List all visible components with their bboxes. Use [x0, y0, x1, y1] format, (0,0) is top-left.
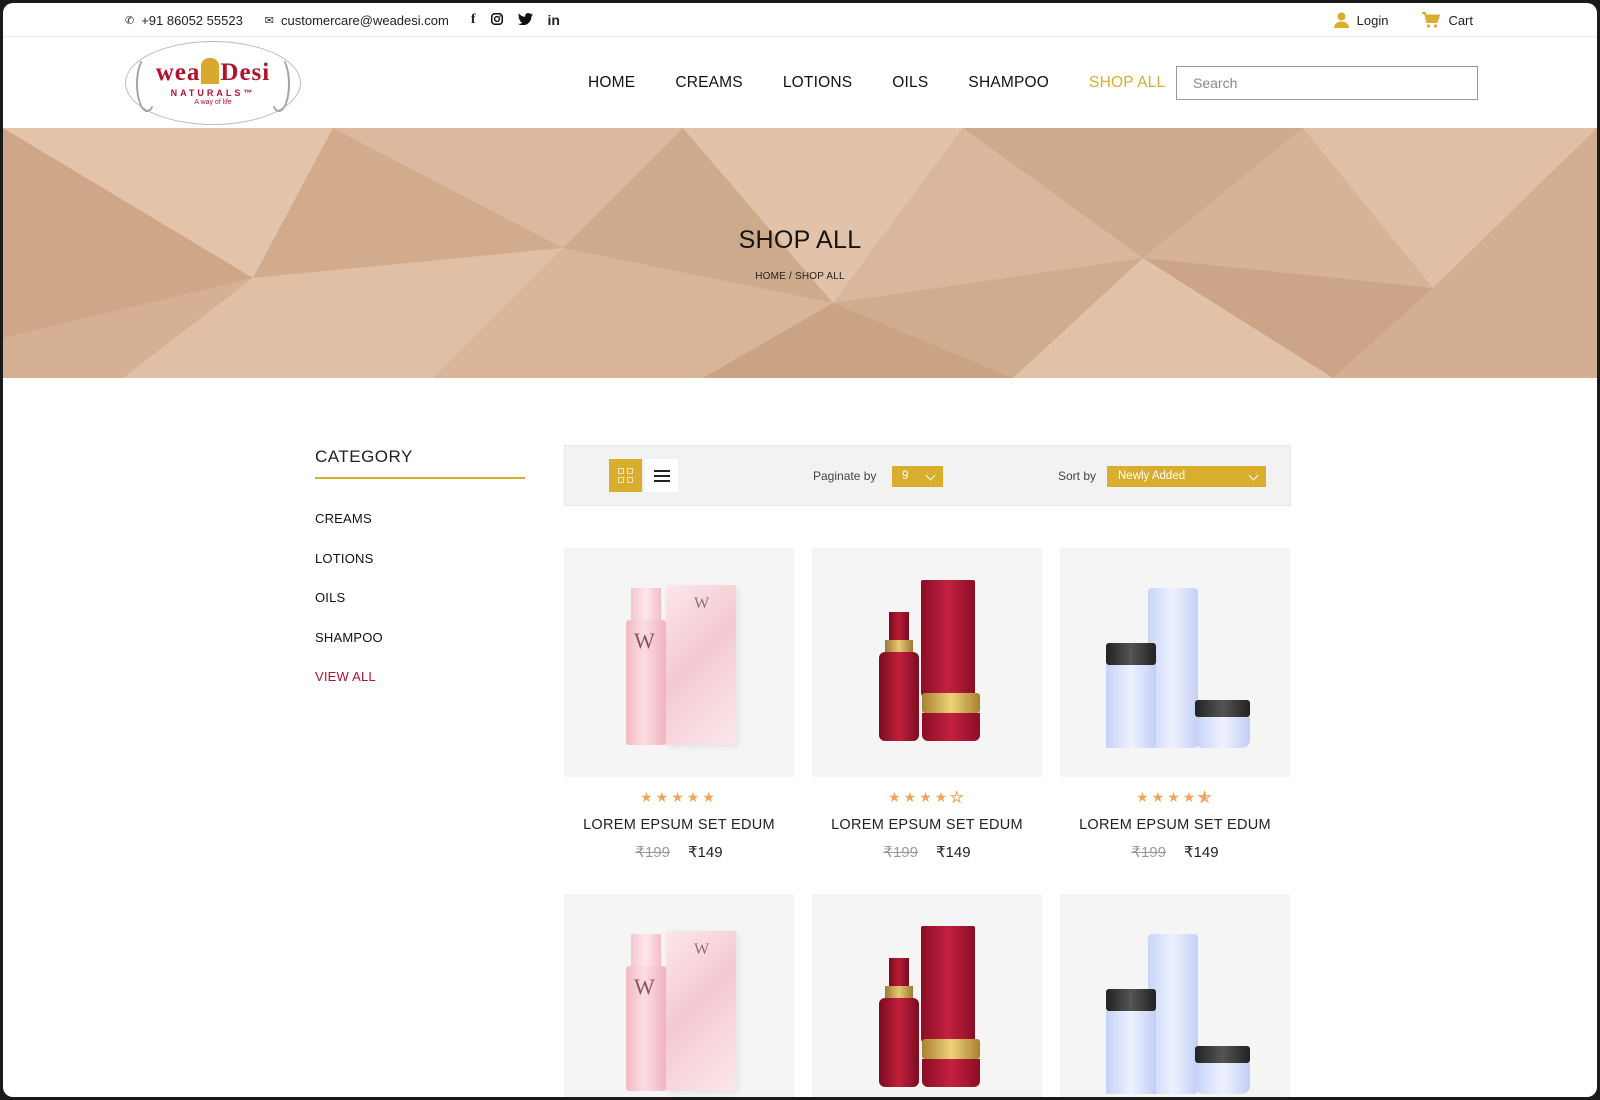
sale-price: ₹149: [688, 844, 723, 861]
sale-price: ₹149: [936, 844, 971, 861]
site-header: wea Desi NATURALS™ A way of life HOME CRE…: [3, 37, 1597, 128]
phone-number: +91 86052 55523: [141, 12, 243, 28]
product-card[interactable]: ★★★★★ LOREM EPSUM SET EDUM ₹199 ₹149: [812, 548, 1042, 861]
twitter-icon[interactable]: [517, 12, 533, 28]
logo-subtitle: NATURALS™: [170, 88, 256, 99]
rating-stars: ★★★★★: [640, 789, 718, 805]
product-card[interactable]: ★★★★★ LOREM EPSUM SET EDUM ₹199 ₹149: [1060, 548, 1290, 861]
product-card[interactable]: [812, 894, 1042, 1097]
nav-shampoo[interactable]: SHAMPOO: [968, 74, 1049, 92]
product-image[interactable]: W W: [564, 894, 794, 1097]
email-address: customercare@weadesi.com: [281, 12, 449, 28]
linkedin-icon[interactable]: in: [548, 12, 560, 28]
list-view-button[interactable]: [645, 459, 678, 492]
phone-contact[interactable]: ✆ +91 86052 55523: [125, 13, 243, 28]
cart-label: Cart: [1448, 12, 1473, 28]
list-icon: [653, 469, 670, 482]
category-sidebar: CATEGORY CREAMS LOTIONS OILS SHAMPOO VIE…: [315, 447, 525, 697]
login-link[interactable]: Login: [1333, 12, 1389, 28]
paginate-select[interactable]: 9: [892, 466, 943, 487]
product-price: ₹199 ₹149: [1060, 843, 1290, 861]
paginate-value: 9: [902, 470, 909, 482]
facebook-icon[interactable]: f: [471, 12, 476, 28]
category-item-view-all[interactable]: VIEW ALL: [315, 657, 525, 697]
category-item-oils[interactable]: OILS: [315, 578, 525, 618]
browser-viewport: ✆ +91 86052 55523 ✉ customercare@weadesi…: [3, 3, 1597, 1097]
product-name[interactable]: LOREM EPSUM SET EDUM: [1060, 817, 1290, 833]
product-card[interactable]: W W ★★★★★ LOREM EPSUM SET EDUM ₹199 ₹149: [564, 548, 794, 861]
chevron-down-icon: [925, 470, 936, 481]
paginate-label: Paginate by: [813, 469, 877, 483]
product-image[interactable]: [812, 548, 1042, 777]
sort-label: Sort by: [1058, 469, 1097, 483]
old-price: ₹199: [635, 844, 670, 861]
product-name[interactable]: LOREM EPSUM SET EDUM: [812, 817, 1042, 833]
phone-icon: ✆: [125, 14, 135, 27]
category-item-shampoo[interactable]: SHAMPOO: [315, 618, 525, 658]
old-price: ₹199: [1131, 844, 1166, 861]
social-links: f in: [471, 12, 560, 28]
rating-stars: ★★★★★: [888, 789, 966, 806]
mail-icon: ✉: [264, 14, 275, 27]
category-heading: CATEGORY: [315, 447, 525, 479]
laurel-left-icon: [136, 56, 158, 112]
nav-home[interactable]: HOME: [588, 74, 635, 92]
account-links: Login Cart: [1333, 3, 1473, 37]
arch-icon: [201, 58, 220, 85]
page-title: SHOP ALL: [738, 226, 862, 254]
rating-stars: ★★★★★: [1136, 789, 1214, 806]
breadcrumb[interactable]: HOME / SHOP ALL: [3, 271, 1597, 282]
chevron-down-icon: [1248, 470, 1259, 481]
contact-info: ✆ +91 86052 55523 ✉ customercare@weadesi…: [125, 3, 560, 37]
nav-lotions[interactable]: LOTIONS: [783, 74, 852, 92]
login-label: Login: [1356, 12, 1389, 28]
grid-icon: [618, 468, 633, 483]
brand-logo[interactable]: wea Desi NATURALS™ A way of life: [125, 41, 301, 125]
product-price: ₹199 ₹149: [812, 843, 1042, 861]
email-contact[interactable]: ✉ customercare@weadesi.com: [265, 13, 449, 28]
old-price: ₹199: [883, 844, 918, 861]
laurel-right-icon: [268, 56, 290, 112]
grid-view-button[interactable]: [609, 459, 642, 492]
nav-oils[interactable]: OILS: [892, 74, 928, 92]
main-nav: HOME CREAMS LOTIONS OILS SHAMPOO SHOP AL…: [588, 37, 1165, 128]
logo-wordmark: wea Desi: [155, 58, 271, 86]
top-bar: ✆ +91 86052 55523 ✉ customercare@weadesi…: [3, 3, 1597, 37]
user-icon: [1333, 12, 1349, 28]
product-image[interactable]: W W: [564, 548, 794, 777]
page-banner: SHOP ALL HOME / SHOP ALL: [3, 128, 1597, 378]
nav-creams[interactable]: CREAMS: [675, 74, 743, 92]
product-price: ₹199 ₹149: [564, 843, 794, 861]
product-card[interactable]: W W: [564, 894, 794, 1097]
instagram-icon[interactable]: [490, 12, 503, 28]
cart-link[interactable]: Cart: [1422, 12, 1473, 28]
product-image[interactable]: [1060, 894, 1290, 1097]
product-image[interactable]: [1060, 548, 1290, 777]
logo-tagline: A way of life: [194, 99, 232, 107]
product-name[interactable]: LOREM EPSUM SET EDUM: [564, 817, 794, 833]
product-toolbar: Paginate by 9 Sort by Newly Added: [564, 445, 1291, 506]
category-item-creams[interactable]: CREAMS: [315, 499, 525, 539]
category-list: CREAMS LOTIONS OILS SHAMPOO VIEW ALL: [315, 499, 525, 697]
product-image[interactable]: [812, 894, 1042, 1097]
sale-price: ₹149: [1184, 844, 1219, 861]
cart-icon: [1422, 12, 1441, 28]
nav-shop-all[interactable]: SHOP ALL: [1089, 74, 1165, 92]
sort-select[interactable]: Newly Added: [1107, 466, 1266, 487]
product-card[interactable]: [1060, 894, 1290, 1097]
search-input[interactable]: [1176, 66, 1478, 100]
sort-value: Newly Added: [1118, 470, 1186, 482]
category-item-lotions[interactable]: LOTIONS: [315, 539, 525, 579]
